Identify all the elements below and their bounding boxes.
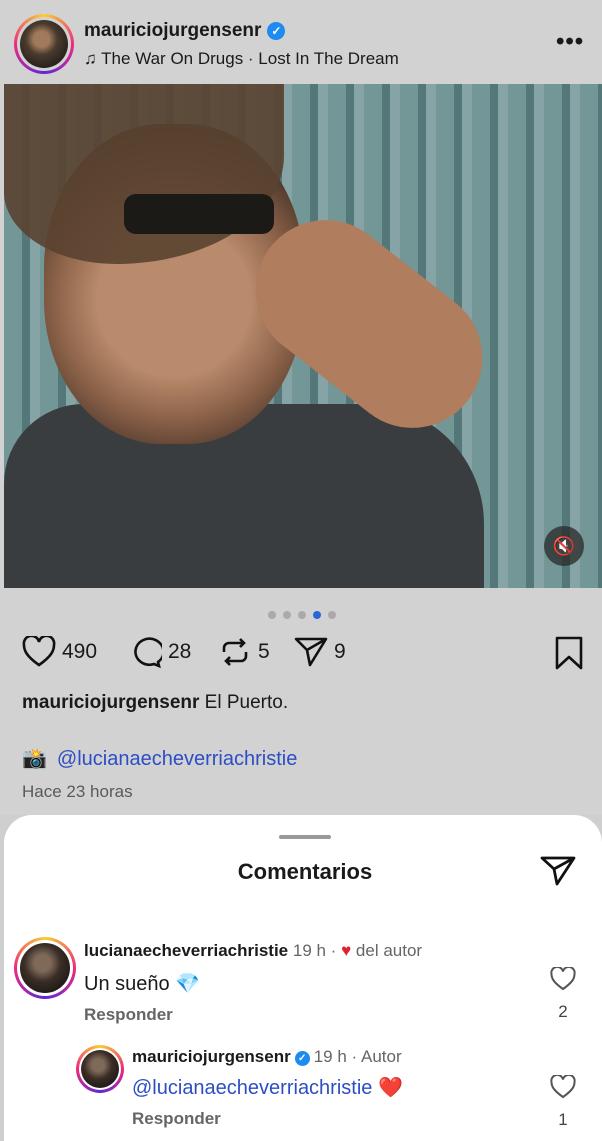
comment-text: Un sueño 💎	[84, 973, 201, 995]
carousel-indicator	[268, 606, 348, 619]
comment-username[interactable]: mauriciojurgensenr ✓ 19 h · Autor	[132, 1047, 402, 1067]
share-count: 9	[334, 640, 346, 663]
commenter-avatar[interactable]	[14, 937, 76, 999]
comment-like-count: 2	[558, 1002, 568, 1021]
heart-icon	[22, 636, 56, 667]
music-track[interactable]: ♫ The War On Drugs · Lost In The Dream	[84, 49, 399, 69]
author-username[interactable]: mauriciojurgensenr ✓	[84, 20, 286, 42]
more-icon[interactable]: •••	[556, 28, 584, 56]
like-button[interactable]: 490	[22, 636, 97, 668]
music-label: The War On Drugs · Lost In The Dream	[101, 49, 399, 68]
heart-icon	[550, 965, 576, 991]
comment-count: 28	[168, 640, 192, 663]
carousel-dot-active	[313, 611, 321, 619]
sheet-drag-handle[interactable]	[279, 835, 331, 839]
caption-text: El Puerto.	[204, 692, 289, 713]
verified-icon: ✓	[294, 1051, 310, 1066]
sheet-title: Comentarios	[237, 859, 373, 884]
post-photo[interactable]: 🔇	[4, 84, 602, 588]
carousel-dot	[283, 611, 291, 619]
comment-meta: 19 h · ♥ del autor	[292, 941, 423, 960]
comment-like-button[interactable]: 2	[548, 965, 578, 1022]
post-actions: 490 28 5 9	[22, 636, 592, 672]
comment-like-button[interactable]: 1	[548, 1073, 578, 1130]
commenter-avatar[interactable]	[76, 1045, 124, 1093]
bookmark-icon	[555, 636, 583, 670]
post-caption: mauriciojurgensenr El Puerto.	[22, 692, 288, 714]
photo-credit: 📸 @lucianaecheverriachristie	[22, 746, 297, 771]
caption-username[interactable]: mauriciojurgensenr	[22, 692, 199, 713]
share-button[interactable]: 9	[294, 636, 346, 668]
post-header: mauriciojurgensenr ✓ ♫ The War On Drugs ·…	[0, 0, 602, 84]
comment-icon	[134, 637, 162, 668]
camera-icon: 📸	[22, 748, 47, 770]
author-avatar[interactable]	[14, 14, 74, 74]
repost-count: 5	[258, 640, 270, 663]
reply-button[interactable]: Responder	[132, 1109, 221, 1129]
comment-button[interactable]: 28	[128, 636, 191, 668]
post-timestamp: Hace 23 horas	[22, 782, 133, 801]
like-count: 490	[62, 640, 98, 663]
comment-like-count: 1	[558, 1110, 568, 1129]
heart-filled-icon: ♥	[341, 941, 352, 960]
comment-text: @lucianaecheverriachristie ❤️	[132, 1075, 403, 1100]
carousel-dot	[268, 611, 276, 619]
mute-icon[interactable]: 🔇	[544, 526, 584, 566]
comments-sheet: Comentarios lucianaecheverriachristie 19…	[4, 815, 602, 1141]
repost-icon	[222, 638, 248, 666]
share-icon[interactable]	[540, 855, 576, 892]
music-note-icon: ♫	[84, 49, 97, 68]
comment-username[interactable]: lucianaecheverriachristie 19 h · ♥ del a…	[84, 941, 422, 961]
verified-icon: ✓	[267, 22, 286, 40]
credit-mention[interactable]: @lucianaecheverriachristie	[57, 748, 297, 770]
save-button[interactable]	[554, 636, 590, 670]
comment-mention[interactable]: @lucianaecheverriachristie	[132, 1077, 372, 1099]
carousel-dot	[298, 611, 306, 619]
heart-icon	[550, 1073, 576, 1099]
reply-button[interactable]: Responder	[84, 1005, 173, 1025]
comment-meta: 19 h · Autor	[313, 1047, 402, 1066]
repost-button[interactable]: 5	[218, 636, 270, 668]
red-heart-icon: ❤️	[377, 1077, 403, 1099]
share-icon	[294, 637, 328, 667]
gem-icon: 💎	[175, 973, 201, 995]
carousel-dot	[328, 611, 336, 619]
